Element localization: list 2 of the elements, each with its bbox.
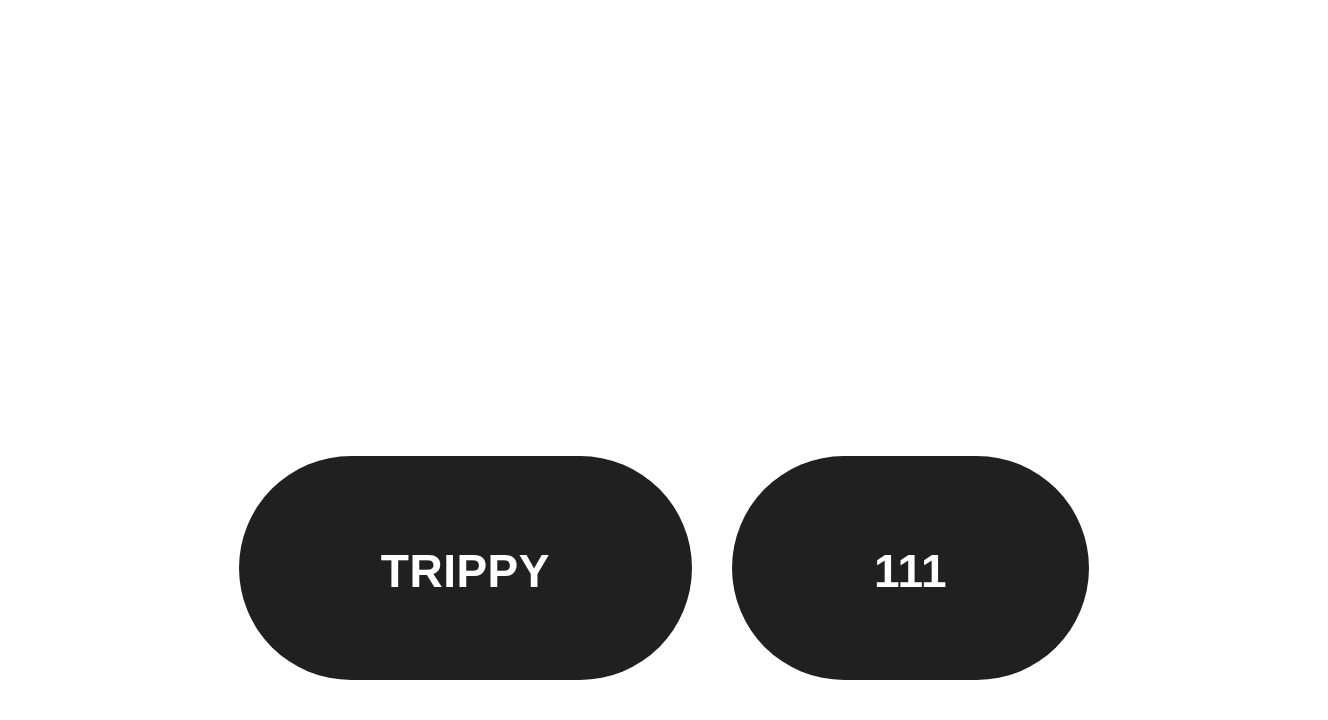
pill-button[interactable]: 111 [732, 456, 1090, 680]
pill-button[interactable]: TRIPPY [238, 456, 692, 680]
